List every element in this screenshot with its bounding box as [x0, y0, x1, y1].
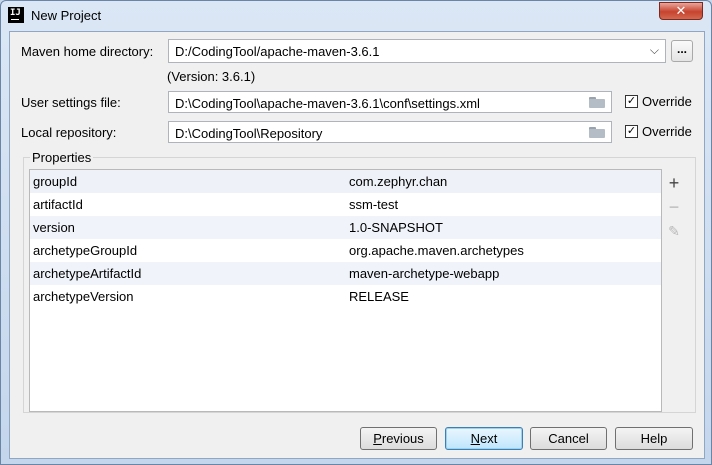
help-button[interactable]: Help — [615, 427, 693, 450]
user-settings-override-label: Override — [642, 94, 692, 109]
dialog-body: Maven home directory: D:/CodingTool/apac… — [9, 31, 705, 459]
local-repo-override-label: Override — [642, 124, 692, 139]
folder-icon[interactable] — [589, 97, 605, 108]
next-button[interactable]: Next — [445, 427, 523, 450]
maven-version-label: (Version: 3.6.1) — [167, 69, 256, 84]
table-row[interactable]: archetypeArtifactId maven-archetype-weba… — [30, 262, 661, 285]
table-row[interactable]: archetypeGroupId org.apache.maven.archet… — [30, 239, 661, 262]
properties-toolbar: + − ✎ — [662, 169, 687, 412]
property-value: RELEASE — [349, 289, 409, 304]
property-key: archetypeVersion — [33, 289, 134, 304]
maven-home-browse-button[interactable]: ... — [671, 40, 693, 62]
intellij-app-icon: IJ — [8, 7, 24, 23]
property-key: groupId — [33, 174, 78, 189]
previous-label: revious — [381, 431, 424, 446]
property-value: 1.0-SNAPSHOT — [349, 220, 443, 235]
local-repo-label: Local repository: — [21, 125, 117, 140]
next-label: ext — [480, 431, 498, 446]
local-repo-field[interactable]: D:\CodingTool\Repository — [168, 121, 612, 143]
previous-button[interactable]: Previous — [360, 427, 437, 450]
previous-mnemonic: P — [373, 431, 382, 446]
table-row[interactable]: archetypeVersion RELEASE — [30, 285, 661, 308]
plus-icon[interactable]: + — [666, 174, 682, 192]
property-key: version — [33, 220, 75, 235]
local-repo-value: D:\CodingTool\Repository — [175, 126, 323, 141]
user-settings-value: D:\CodingTool\apache-maven-3.6.1\conf\se… — [175, 96, 480, 111]
user-settings-label: User settings file: — [21, 95, 121, 110]
property-value: org.apache.maven.archetypes — [349, 243, 524, 258]
property-value: com.zephyr.chan — [349, 174, 448, 189]
property-key: archetypeGroupId — [33, 243, 138, 258]
property-value: ssm-test — [349, 197, 399, 212]
table-row[interactable]: artifactId ssm-test — [30, 193, 661, 216]
user-settings-field[interactable]: D:\CodingTool\apache-maven-3.6.1\conf\se… — [168, 91, 612, 113]
chevron-down-icon[interactable]: ⌵ — [650, 43, 659, 58]
maven-home-combo[interactable]: D:/CodingTool/apache-maven-3.6.1 ⌵ — [168, 39, 666, 63]
close-button[interactable]: ✕ — [659, 2, 703, 20]
property-key: archetypeArtifactId — [33, 266, 142, 281]
properties-table[interactable]: groupId com.zephyr.chan artifactId ssm-t… — [29, 169, 662, 412]
pencil-icon[interactable]: ✎ — [666, 223, 682, 239]
window-title: New Project — [31, 8, 102, 23]
folder-icon[interactable] — [589, 127, 605, 138]
property-key: artifactId — [33, 197, 83, 212]
next-mnemonic: N — [470, 431, 481, 446]
table-row[interactable]: version 1.0-SNAPSHOT — [30, 216, 661, 239]
title-bar[interactable]: IJ New Project ✕ — [1, 1, 711, 31]
user-settings-override-checkbox[interactable]: ✓ — [625, 95, 638, 108]
local-repo-override-checkbox[interactable]: ✓ — [625, 125, 638, 138]
maven-home-label: Maven home directory: — [21, 44, 154, 59]
cancel-button[interactable]: Cancel — [530, 427, 607, 450]
new-project-window: IJ New Project ✕ Maven home directory: D… — [0, 0, 712, 465]
table-row[interactable]: groupId com.zephyr.chan — [30, 170, 661, 193]
properties-title: Properties — [30, 150, 94, 165]
maven-home-value: D:/CodingTool/apache-maven-3.6.1 — [175, 44, 380, 59]
minus-icon[interactable]: − — [666, 198, 682, 216]
property-value: maven-archetype-webapp — [349, 266, 500, 281]
